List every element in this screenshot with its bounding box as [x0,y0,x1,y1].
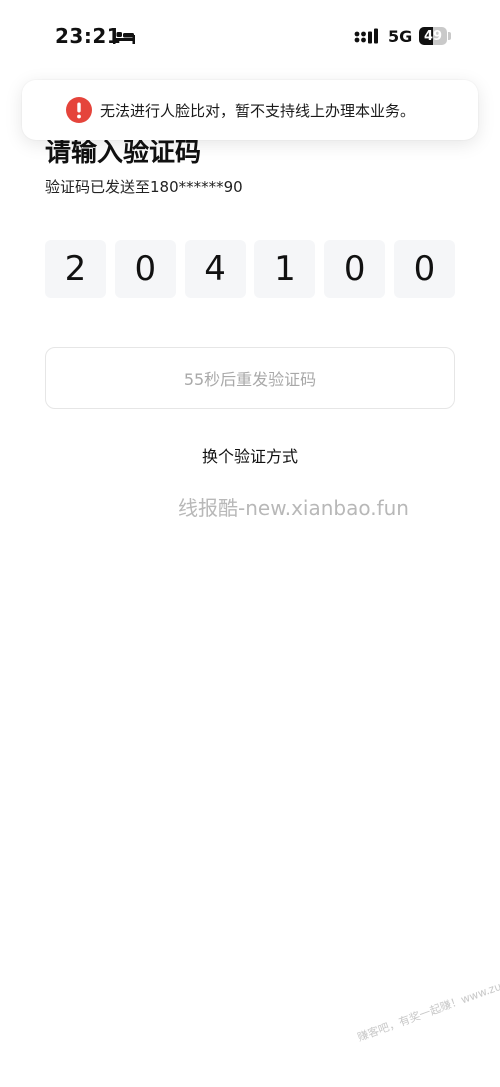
code-digit-box[interactable]: 4 [184,240,246,298]
battery-cap [448,32,451,40]
code-digit-box[interactable]: 2 [45,240,106,298]
code-sent-info: 验证码已发送至180******90 [45,178,243,196]
verification-code-input[interactable]: 2 0 4 1 0 0 [45,240,455,298]
error-toast: 无法进行人脸比对，暂不支持线上办理本业务。 [22,80,478,140]
code-digit-box[interactable]: 0 [114,240,176,298]
cellular-signal-icon [354,28,380,49]
code-digit-box[interactable]: 0 [324,240,386,298]
code-digit-box[interactable]: 0 [393,240,455,298]
status-time: 23:21 [55,24,122,48]
sleep-focus-icon [113,29,135,48]
switch-verification-method-link[interactable]: 换个验证方式 [0,443,500,467]
error-exclamation-icon [66,97,92,123]
code-digit-box[interactable]: 1 [254,240,316,298]
verification-code-screen: 23:21 5G 49 请输入验证码 验证码已发送至180******90 无法… [0,0,500,1087]
toast-message: 无法进行人脸比对，暂不支持线上办理本业务。 [100,101,416,120]
status-bar: 23:21 5G 49 [0,0,500,72]
network-type: 5G [388,27,413,46]
battery-icon: 49 [419,27,447,45]
corner-watermark-text: 赚客吧，有奖一起赚！www.zuanke8.com [355,959,500,1045]
battery-level: 49 [423,28,443,44]
resend-code-button[interactable]: 55秒后重发验证码 [45,347,455,409]
watermark-text: 线报酷-new.xianbao.fun [178,496,409,520]
